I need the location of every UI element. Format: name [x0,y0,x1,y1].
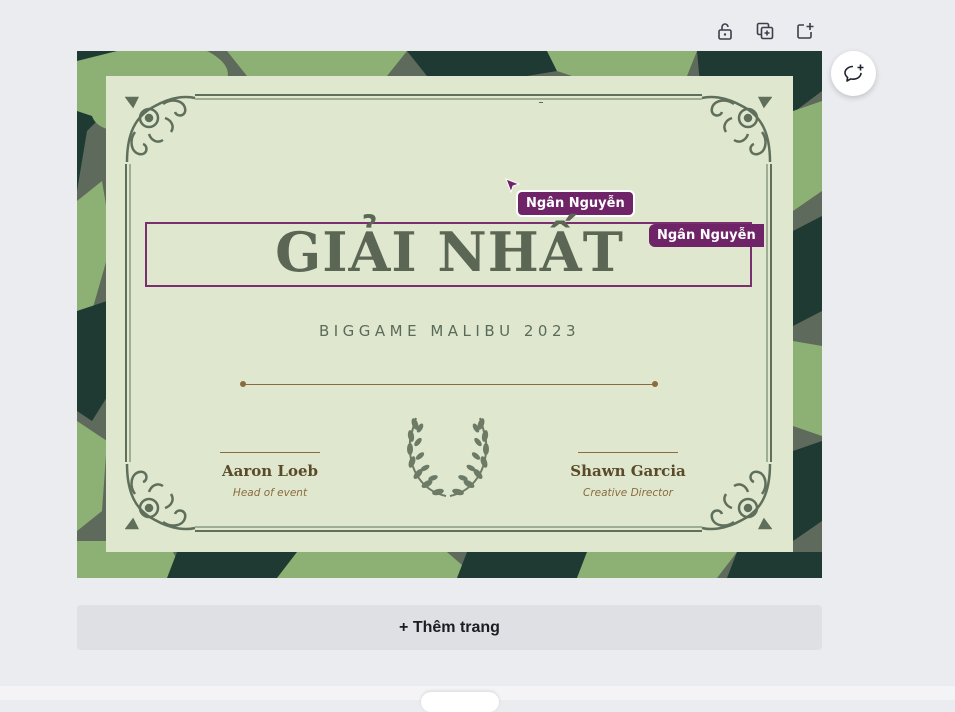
signature-role-left[interactable]: Head of event [180,487,360,499]
collaborator-cursor-label: Ngân Nguyễn [516,190,635,217]
page-navigator-pill[interactable] [421,692,499,712]
add-comment-icon [843,64,863,82]
signature-role-right[interactable]: Creative Director [538,487,718,499]
signature-line-left [220,452,320,453]
laurel-wreath-icon [407,417,489,497]
unlock-icon[interactable] [714,20,736,42]
signature-name-right[interactable]: Shawn Garcia [538,462,718,480]
add-page-button[interactable]: + Thêm trang [77,605,822,650]
add-comment-button[interactable] [831,51,876,96]
design-canvas[interactable]: Ngân Nguyễn GIẢI NHẤT Ngân Nguyễn BIGGAM… [77,51,822,578]
certificate[interactable]: Ngân Nguyễn GIẢI NHẤT Ngân Nguyễn BIGGAM… [106,76,793,552]
certificate-subtitle[interactable]: BIGGAME MALIBU 2023 [106,322,793,340]
divider-line [243,384,655,385]
text-placeholder-mark [539,102,543,103]
duplicate-page-icon[interactable] [754,20,776,42]
signature-line-right [578,452,678,453]
add-page-icon[interactable] [794,20,816,42]
signature-name-left[interactable]: Aaron Loeb [180,462,360,480]
divider-dot-left [240,381,246,387]
divider-dot-right [652,381,658,387]
collaborator-selection-label: Ngân Nguyễn [649,224,764,247]
